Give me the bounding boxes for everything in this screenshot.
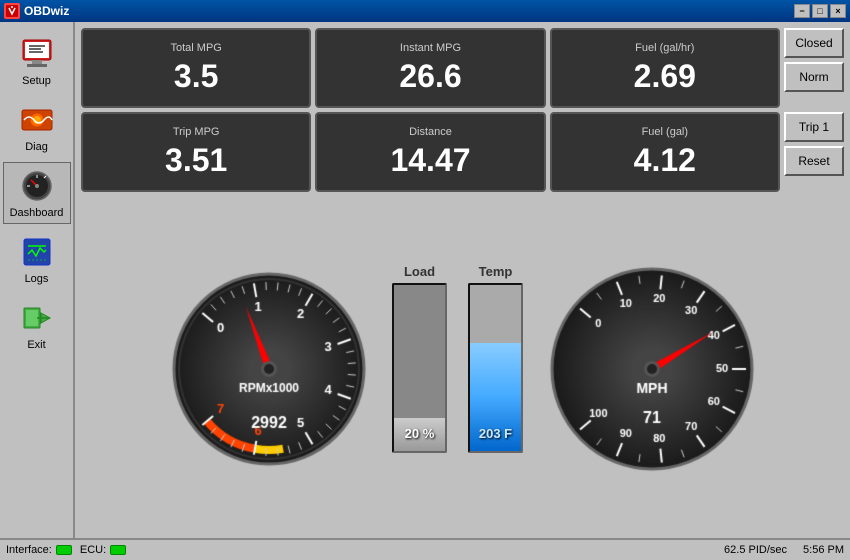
- total-mpg-label: Total MPG: [170, 42, 221, 54]
- top-metrics: Total MPG 3.5 Instant MPG 26.6 Fuel (gal…: [81, 28, 780, 108]
- exit-label: Exit: [27, 339, 45, 351]
- exit-icon: [18, 299, 56, 337]
- trip-mpg-value: 3.51: [165, 142, 227, 179]
- instant-mpg-label: Instant MPG: [400, 42, 461, 54]
- fuel-hr-value: 2.69: [634, 58, 696, 95]
- load-value: 20 %: [394, 426, 445, 441]
- close-button[interactable]: ×: [830, 4, 846, 18]
- pid-rate: 62.5 PID/sec: [724, 544, 787, 556]
- main-container: Setup Diag: [0, 22, 850, 538]
- dashboard-label: Dashboard: [10, 207, 64, 219]
- load-gauge: Load 20 %: [385, 264, 455, 453]
- sidebar-item-setup[interactable]: Setup: [3, 30, 71, 92]
- instant-mpg-box: Instant MPG 26.6: [315, 28, 545, 108]
- top-metrics-row: Total MPG 3.5 Instant MPG 26.6 Fuel (gal…: [81, 28, 844, 108]
- fuel-hr-label: Fuel (gal/hr): [635, 42, 694, 54]
- fuel-gal-box: Fuel (gal) 4.12: [550, 112, 780, 192]
- ecu-led: [110, 545, 126, 555]
- diag-icon: [18, 101, 56, 139]
- logs-label: Logs: [25, 273, 49, 285]
- speed-gauge-container: [537, 254, 767, 474]
- ecu-label: ECU:: [80, 544, 106, 556]
- load-track: 20 %: [392, 283, 447, 453]
- rpm-gauge: [159, 254, 379, 474]
- speed-gauge: [537, 254, 767, 474]
- diag-label: Diag: [25, 141, 48, 153]
- sidebar: Setup Diag: [0, 22, 75, 538]
- setup-label: Setup: [22, 75, 51, 87]
- sidebar-item-logs[interactable]: Logs: [3, 228, 71, 290]
- trip1-button[interactable]: Trip 1: [784, 112, 844, 142]
- sidebar-item-exit[interactable]: Exit: [3, 294, 71, 356]
- load-label: Load: [404, 264, 435, 279]
- total-mpg-value: 3.5: [174, 58, 218, 95]
- closed-button[interactable]: Closed: [784, 28, 844, 58]
- bottom-metrics-row: Trip MPG 3.51 Distance 14.47 Fuel (gal) …: [81, 112, 844, 192]
- right-buttons-bottom: Trip 1 Reset: [784, 112, 844, 192]
- interface-label: Interface:: [6, 544, 52, 556]
- bottom-metrics: Trip MPG 3.51 Distance 14.47 Fuel (gal) …: [81, 112, 780, 192]
- sidebar-item-diag[interactable]: Diag: [3, 96, 71, 158]
- temp-gauge: Temp 203 F: [461, 264, 531, 453]
- right-buttons-top: Closed Norm: [784, 28, 844, 108]
- total-mpg-box: Total MPG 3.5: [81, 28, 311, 108]
- temp-track: 203 F: [468, 283, 523, 453]
- temp-value: 203 F: [470, 426, 521, 441]
- rpm-gauge-container: [159, 254, 379, 474]
- ecu-status: ECU:: [80, 544, 126, 556]
- window-controls: − □ ×: [794, 4, 846, 18]
- instant-mpg-value: 26.6: [399, 58, 461, 95]
- title-bar: OBDwiz − □ ×: [0, 0, 850, 22]
- fuel-hr-box: Fuel (gal/hr) 2.69: [550, 28, 780, 108]
- maximize-button[interactable]: □: [812, 4, 828, 18]
- app-title: OBDwiz: [24, 4, 794, 18]
- sidebar-item-dashboard[interactable]: Dashboard: [3, 162, 71, 224]
- logs-icon: [18, 233, 56, 271]
- interface-led: [56, 545, 72, 555]
- app-icon: [4, 3, 20, 19]
- setup-icon: [18, 35, 56, 73]
- status-bar: Interface: ECU: 62.5 PID/sec 5:56 PM: [0, 538, 850, 560]
- fuel-gal-label: Fuel (gal): [642, 126, 688, 138]
- fuel-gal-value: 4.12: [634, 142, 696, 179]
- temp-label: Temp: [479, 264, 513, 279]
- content-area: Total MPG 3.5 Instant MPG 26.6 Fuel (gal…: [75, 22, 850, 538]
- distance-value: 14.47: [390, 142, 470, 179]
- reset-button[interactable]: Reset: [784, 146, 844, 176]
- dashboard-icon: [18, 167, 56, 205]
- trip-mpg-label: Trip MPG: [173, 126, 220, 138]
- status-right: 62.5 PID/sec 5:56 PM: [724, 544, 844, 556]
- trip-mpg-box: Trip MPG 3.51: [81, 112, 311, 192]
- minimize-button[interactable]: −: [794, 4, 810, 18]
- bar-gauges: Load 20 % Temp 203 F: [385, 254, 531, 474]
- interface-status: Interface:: [6, 544, 72, 556]
- distance-label: Distance: [409, 126, 452, 138]
- distance-box: Distance 14.47: [315, 112, 545, 192]
- dashboard-area: Load 20 % Temp 203 F: [81, 196, 844, 532]
- norm-button[interactable]: Norm: [784, 62, 844, 92]
- current-time: 5:56 PM: [803, 544, 844, 556]
